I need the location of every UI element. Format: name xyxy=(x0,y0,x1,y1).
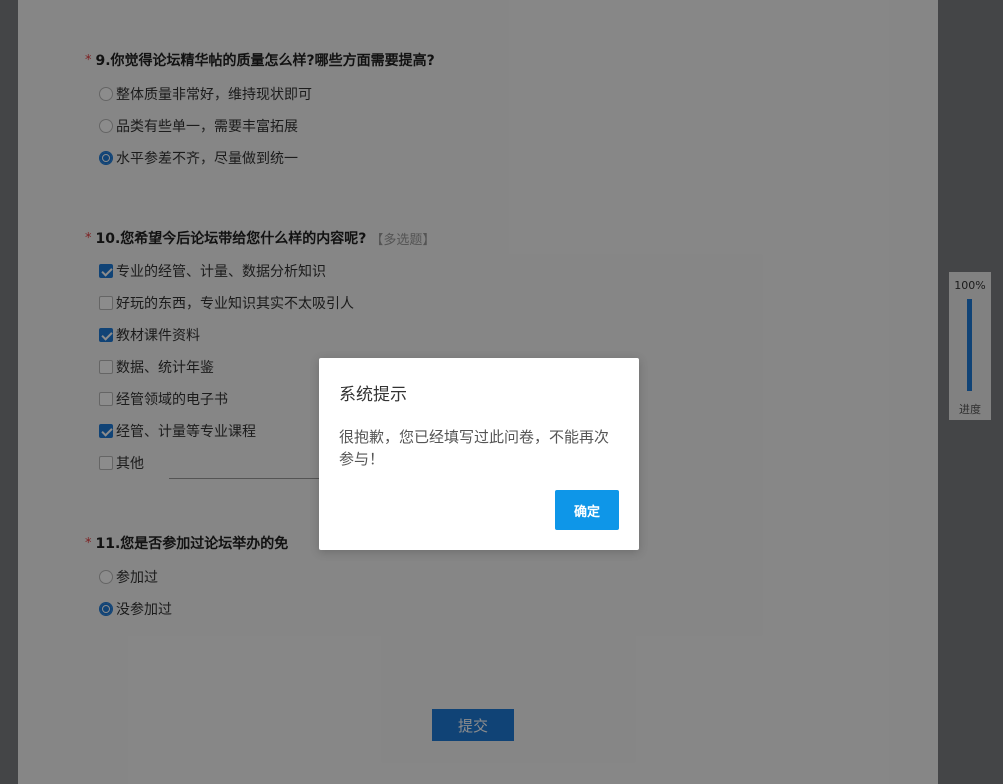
dialog-title: 系统提示 xyxy=(339,385,407,405)
dialog-message: 很抱歉，您已经填写过此问卷，不能再次参与！ xyxy=(339,428,610,468)
confirm-button[interactable]: 确定 xyxy=(555,490,619,530)
system-alert-dialog: 系统提示 很抱歉，您已经填写过此问卷，不能再次参与！ 确定 xyxy=(319,358,639,550)
